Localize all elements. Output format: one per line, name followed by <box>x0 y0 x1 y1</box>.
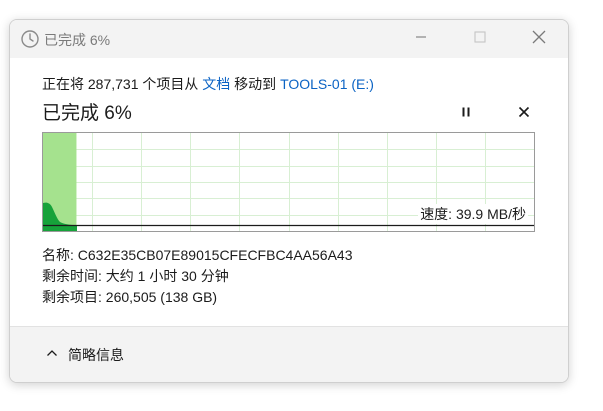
pause-button[interactable] <box>456 104 476 124</box>
description-prefix: 正在将 287,731 个项目从 <box>42 76 203 92</box>
clock-icon <box>20 29 40 49</box>
fewer-details-button[interactable]: 简略信息 <box>46 345 124 365</box>
minimize-button[interactable] <box>398 20 444 58</box>
detail-name-value: C632E35CB07E89015CFECFBC4AA56A43 <box>77 247 353 263</box>
window-title: 已完成 6% <box>44 32 111 48</box>
speed-graph: 速度: 39.9 MB/秒 <box>42 132 535 232</box>
pause-icon <box>460 105 472 123</box>
fewer-details-label: 简略信息 <box>68 347 124 363</box>
title-bar[interactable]: 已完成 6% <box>10 20 568 58</box>
description-middle: 移动到 <box>230 76 281 92</box>
close-button[interactable] <box>516 20 562 58</box>
chevron-up-icon <box>46 346 58 364</box>
transfer-description: 正在将 287,731 个项目从 文档 移动到 TOOLS-01 (E:) <box>42 74 374 94</box>
minimize-icon <box>415 30 427 48</box>
file-transfer-dialog: 已完成 6% 正在将 287,731 个项目从 文档 移动到 TOOLS-01 … <box>9 19 569 383</box>
detail-items-value: 260,505 (138 GB) <box>105 289 218 305</box>
transfer-details: 名称: C632E35CB07E89015CFECFBC4AA56A43 剩余时… <box>42 245 353 308</box>
detail-time-value: 大约 1 小时 30 分钟 <box>105 268 229 284</box>
speed-readout: 速度: 39.9 MB/秒 <box>418 204 528 224</box>
maximize-icon <box>474 30 486 48</box>
detail-name-label: 名称: <box>42 247 78 263</box>
detail-time-label: 剩余时间: <box>42 268 106 284</box>
cancel-button[interactable] <box>514 104 534 124</box>
progress-heading: 已完成 6% <box>42 103 132 124</box>
maximize-button[interactable] <box>457 20 503 58</box>
detail-time: 剩余时间: 大约 1 小时 30 分钟 <box>42 266 353 287</box>
detail-items-label: 剩余项目: <box>42 289 106 305</box>
dialog-footer: 简略信息 <box>10 326 568 382</box>
detail-name: 名称: C632E35CB07E89015CFECFBC4AA56A43 <box>42 245 353 266</box>
close-icon <box>532 30 546 49</box>
destination-link[interactable]: TOOLS-01 (E:) <box>280 76 374 92</box>
cancel-icon <box>518 105 530 123</box>
detail-items: 剩余项目: 260,505 (138 GB) <box>42 287 353 308</box>
source-link[interactable]: 文档 <box>202 76 230 92</box>
